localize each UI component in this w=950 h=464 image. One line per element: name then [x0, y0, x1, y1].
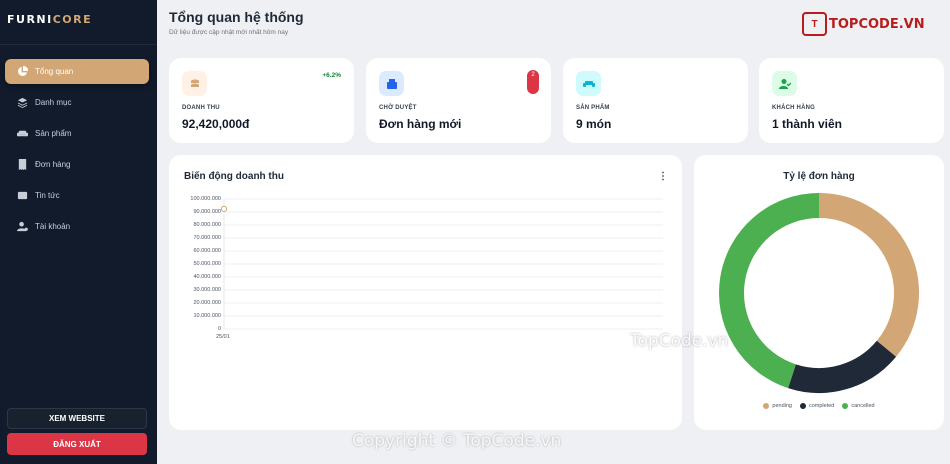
order-ratio-panel: Tỷ lệ đơn hàng pending completed cancell… [694, 155, 944, 430]
legend-item-pending[interactable]: pending [763, 403, 792, 409]
y-tick-label: 10.000.000 [193, 313, 221, 319]
brand-logo: T TOPCODE.VN [802, 12, 925, 36]
chart-legend: pending completed cancelled [694, 403, 944, 409]
stat-card-products: SẢN PHẨM 9 món [563, 58, 748, 143]
y-tick-label: 30.000.000 [193, 287, 221, 293]
y-tick-label: 80.000.000 [193, 222, 221, 228]
sidebar-item-overview[interactable]: Tổng quan [5, 59, 149, 84]
sidebar-item-label: Tin tức [35, 191, 60, 200]
legend-label: pending [772, 403, 792, 409]
y-tick-label: 50.000.000 [193, 261, 221, 267]
sidebar-item-label: Danh mục [35, 98, 72, 107]
layers-icon [17, 97, 28, 108]
sidebar-item-accounts[interactable]: Tài khoản [5, 214, 149, 239]
x-tick-label: 25/01 [216, 334, 230, 340]
y-tick-label: 100.000.000 [190, 196, 221, 202]
legend-swatch [799, 403, 806, 409]
legend-swatch [842, 403, 849, 409]
stat-value: 1 thành viên [772, 117, 843, 131]
stat-label: KHÁCH HÀNG [772, 105, 815, 111]
coins-icon [182, 71, 207, 96]
newspaper-icon [17, 191, 28, 200]
y-tick-label: 60.000.000 [193, 248, 221, 254]
legend-label: cancelled [851, 403, 875, 409]
page-title: Tổng quan hệ thống [169, 9, 304, 25]
logo-text-accent: CORE [52, 13, 93, 26]
stat-card-revenue: +6.2% DOANH THU 92,420,000đ [169, 58, 354, 143]
user-check-icon [772, 71, 797, 96]
line-chart-svg [220, 198, 663, 330]
revenue-chart-panel: Biến động doanh thu ⋮ 100.000.000 90.000.… [169, 155, 682, 430]
y-tick-label: 40.000.000 [193, 274, 221, 280]
logo-text-primary: FURNI [7, 13, 53, 26]
trend-badge: +6.2% [322, 72, 341, 79]
sidebar-item-categories[interactable]: Danh mục [5, 90, 149, 115]
slice-pending[interactable] [818, 193, 919, 357]
slice-completed[interactable] [788, 340, 897, 393]
y-tick-label: 0 [217, 326, 221, 332]
sofa-icon [17, 130, 28, 137]
brand-text: TOPCODE.VN [829, 16, 925, 32]
stat-card-customers: KHÁCH HÀNG 1 thành viên [759, 58, 944, 143]
order-ratio-donut-chart [719, 193, 919, 393]
logout-button[interactable]: ĐĂNG XUẤT [7, 433, 147, 455]
sidebar-item-label: Đơn hàng [35, 160, 71, 169]
sidebar-item-label: Tổng quan [35, 67, 74, 76]
copyright-watermark: Copyright © TopCode.vn [352, 431, 562, 451]
sidebar-item-orders[interactable]: Đơn hàng [5, 152, 149, 177]
sidebar-item-label: Tài khoản [35, 222, 71, 231]
legend-item-completed[interactable]: completed [799, 403, 835, 409]
slice-cancelled[interactable] [719, 193, 820, 389]
sidebar-item-products[interactable]: Sản phẩm [5, 121, 149, 146]
watermark-text: TopCode.vn [630, 331, 729, 351]
page-subtitle: Dữ liệu được cập nhật mới nhất hôm nay [169, 29, 289, 36]
pie-chart-icon [18, 66, 28, 76]
revenue-line-chart: 100.000.000 90.000.000 80.000.000 70.000.00… [169, 155, 682, 355]
legend-label: completed [808, 403, 835, 409]
app-logo[interactable]: FURNICORE [7, 13, 92, 26]
y-tick-label: 70.000.000 [193, 235, 221, 241]
stat-value: 92,420,000đ [182, 117, 250, 131]
sidebar-item-news[interactable]: Tin tức [5, 183, 149, 208]
legend-item-cancelled[interactable]: cancelled [842, 403, 875, 409]
pending-count-badge: 2 [527, 70, 539, 94]
y-tick-label: 20.000.000 [193, 300, 221, 306]
sidebar-item-label: Sản phẩm [35, 129, 72, 138]
couch-icon [576, 71, 601, 96]
view-website-button[interactable]: XEM WEBSITE [7, 408, 147, 429]
stat-label: DOANH THU [182, 105, 220, 111]
sidebar: FURNICORE Tổng quan Danh mục Sản phẩm Đơ… [0, 0, 157, 464]
receipt-icon [18, 159, 27, 170]
y-tick-label: 90.000.000 [193, 209, 221, 215]
brand-mark-icon: T [802, 12, 827, 36]
sidebar-menu: Tổng quan Danh mục Sản phẩm Đơn hàng Tin… [5, 59, 149, 245]
stat-value: 9 món [576, 117, 612, 131]
stat-card-pending: 2 CHỜ DUYỆT Đơn hàng mới [366, 58, 551, 143]
users-cog-icon [17, 221, 28, 232]
legend-swatch [763, 403, 770, 409]
data-point[interactable] [220, 205, 228, 212]
box-icon [379, 71, 404, 96]
stat-label: CHỜ DUYỆT [379, 105, 417, 111]
stat-label: SẢN PHẨM [576, 105, 610, 111]
stat-value: Đơn hàng mới [379, 117, 462, 131]
sidebar-divider [0, 44, 157, 45]
